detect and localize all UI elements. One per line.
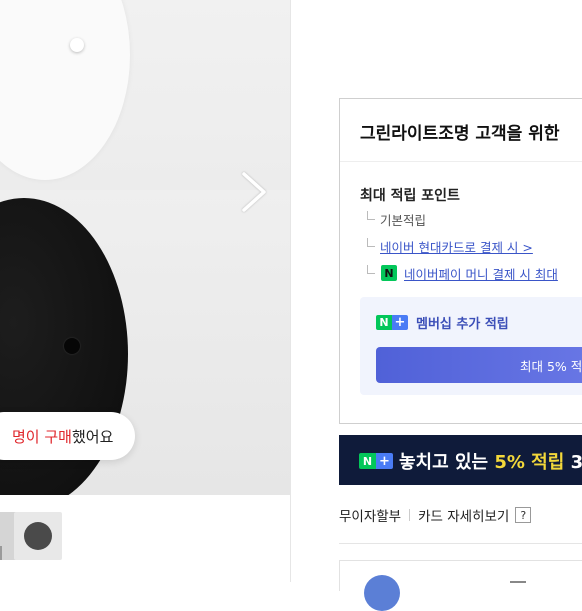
divider	[510, 581, 526, 583]
banner-text-highlight: 5% 적립	[494, 452, 565, 473]
tree-branch-icon	[367, 265, 375, 274]
card-detail-link[interactable]: 카드 자세히보기	[418, 505, 509, 525]
avatar	[364, 575, 400, 611]
hyundai-card-link[interactable]: 네이버 현대카드로 결제 시 >	[380, 237, 533, 256]
divider	[339, 543, 582, 544]
white-lamp-screw-image	[70, 38, 84, 52]
divider	[409, 509, 411, 521]
badge-plus: +	[376, 453, 393, 469]
max-5-percent-button[interactable]: 최대 5% 적	[376, 347, 582, 383]
purchase-count-text: 명이 구매	[12, 427, 72, 446]
benefit-title: 그린라이트조명 고객을 위한	[360, 124, 560, 144]
badge-n: N	[376, 315, 392, 330]
naver-plus-icon: N +	[359, 453, 393, 469]
divider	[340, 161, 582, 162]
thumbnail-content	[24, 522, 52, 550]
npay-icon: N	[381, 265, 397, 281]
column-divider	[290, 0, 291, 582]
installment-link[interactable]: 무이자할부	[339, 505, 401, 525]
purchase-count-bubble: 명이 구매 했어요	[0, 412, 136, 460]
max-points-label: 최대 적립 포인트	[360, 188, 460, 204]
badge-plus: +	[392, 315, 408, 330]
banner-text: 놓치고 있는 5% 적립 3	[399, 448, 582, 474]
badge-n: N	[359, 453, 376, 469]
benefit-box: 그린라이트조명 고객을 위한 최대 적립 포인트 기본적립 네이버 현대카드로 …	[339, 98, 582, 424]
thumbnail-image[interactable]	[14, 512, 62, 560]
black-lamp-screw-image	[64, 338, 80, 354]
banner-text-lead: 놓치고 있는	[399, 452, 495, 473]
payment-info-row: 무이자할부 카드 자세히보기 ?	[339, 505, 532, 525]
membership-panel: N + 멤버십 추가 적립 최대 5% 적	[360, 297, 582, 395]
seller-card	[339, 560, 582, 611]
chevron-right-icon[interactable]	[238, 170, 272, 214]
npay-money-link[interactable]: 네이버페이 머니 결제 시 최대	[404, 264, 558, 283]
naver-plus-icon: N +	[376, 315, 408, 330]
tree-branch-icon	[367, 211, 375, 220]
thumbnail-content	[0, 546, 2, 560]
help-icon[interactable]: ?	[515, 507, 532, 523]
membership-banner[interactable]: N + 놓치고 있는 5% 적립 3	[339, 435, 582, 485]
membership-label: 멤버십 추가 적립	[416, 317, 509, 332]
basic-points-row: 기본적립	[380, 213, 427, 228]
purchase-suffix-text: 했어요	[71, 427, 114, 446]
banner-text-tail: 3	[564, 452, 582, 473]
tree-branch-icon	[367, 238, 375, 247]
